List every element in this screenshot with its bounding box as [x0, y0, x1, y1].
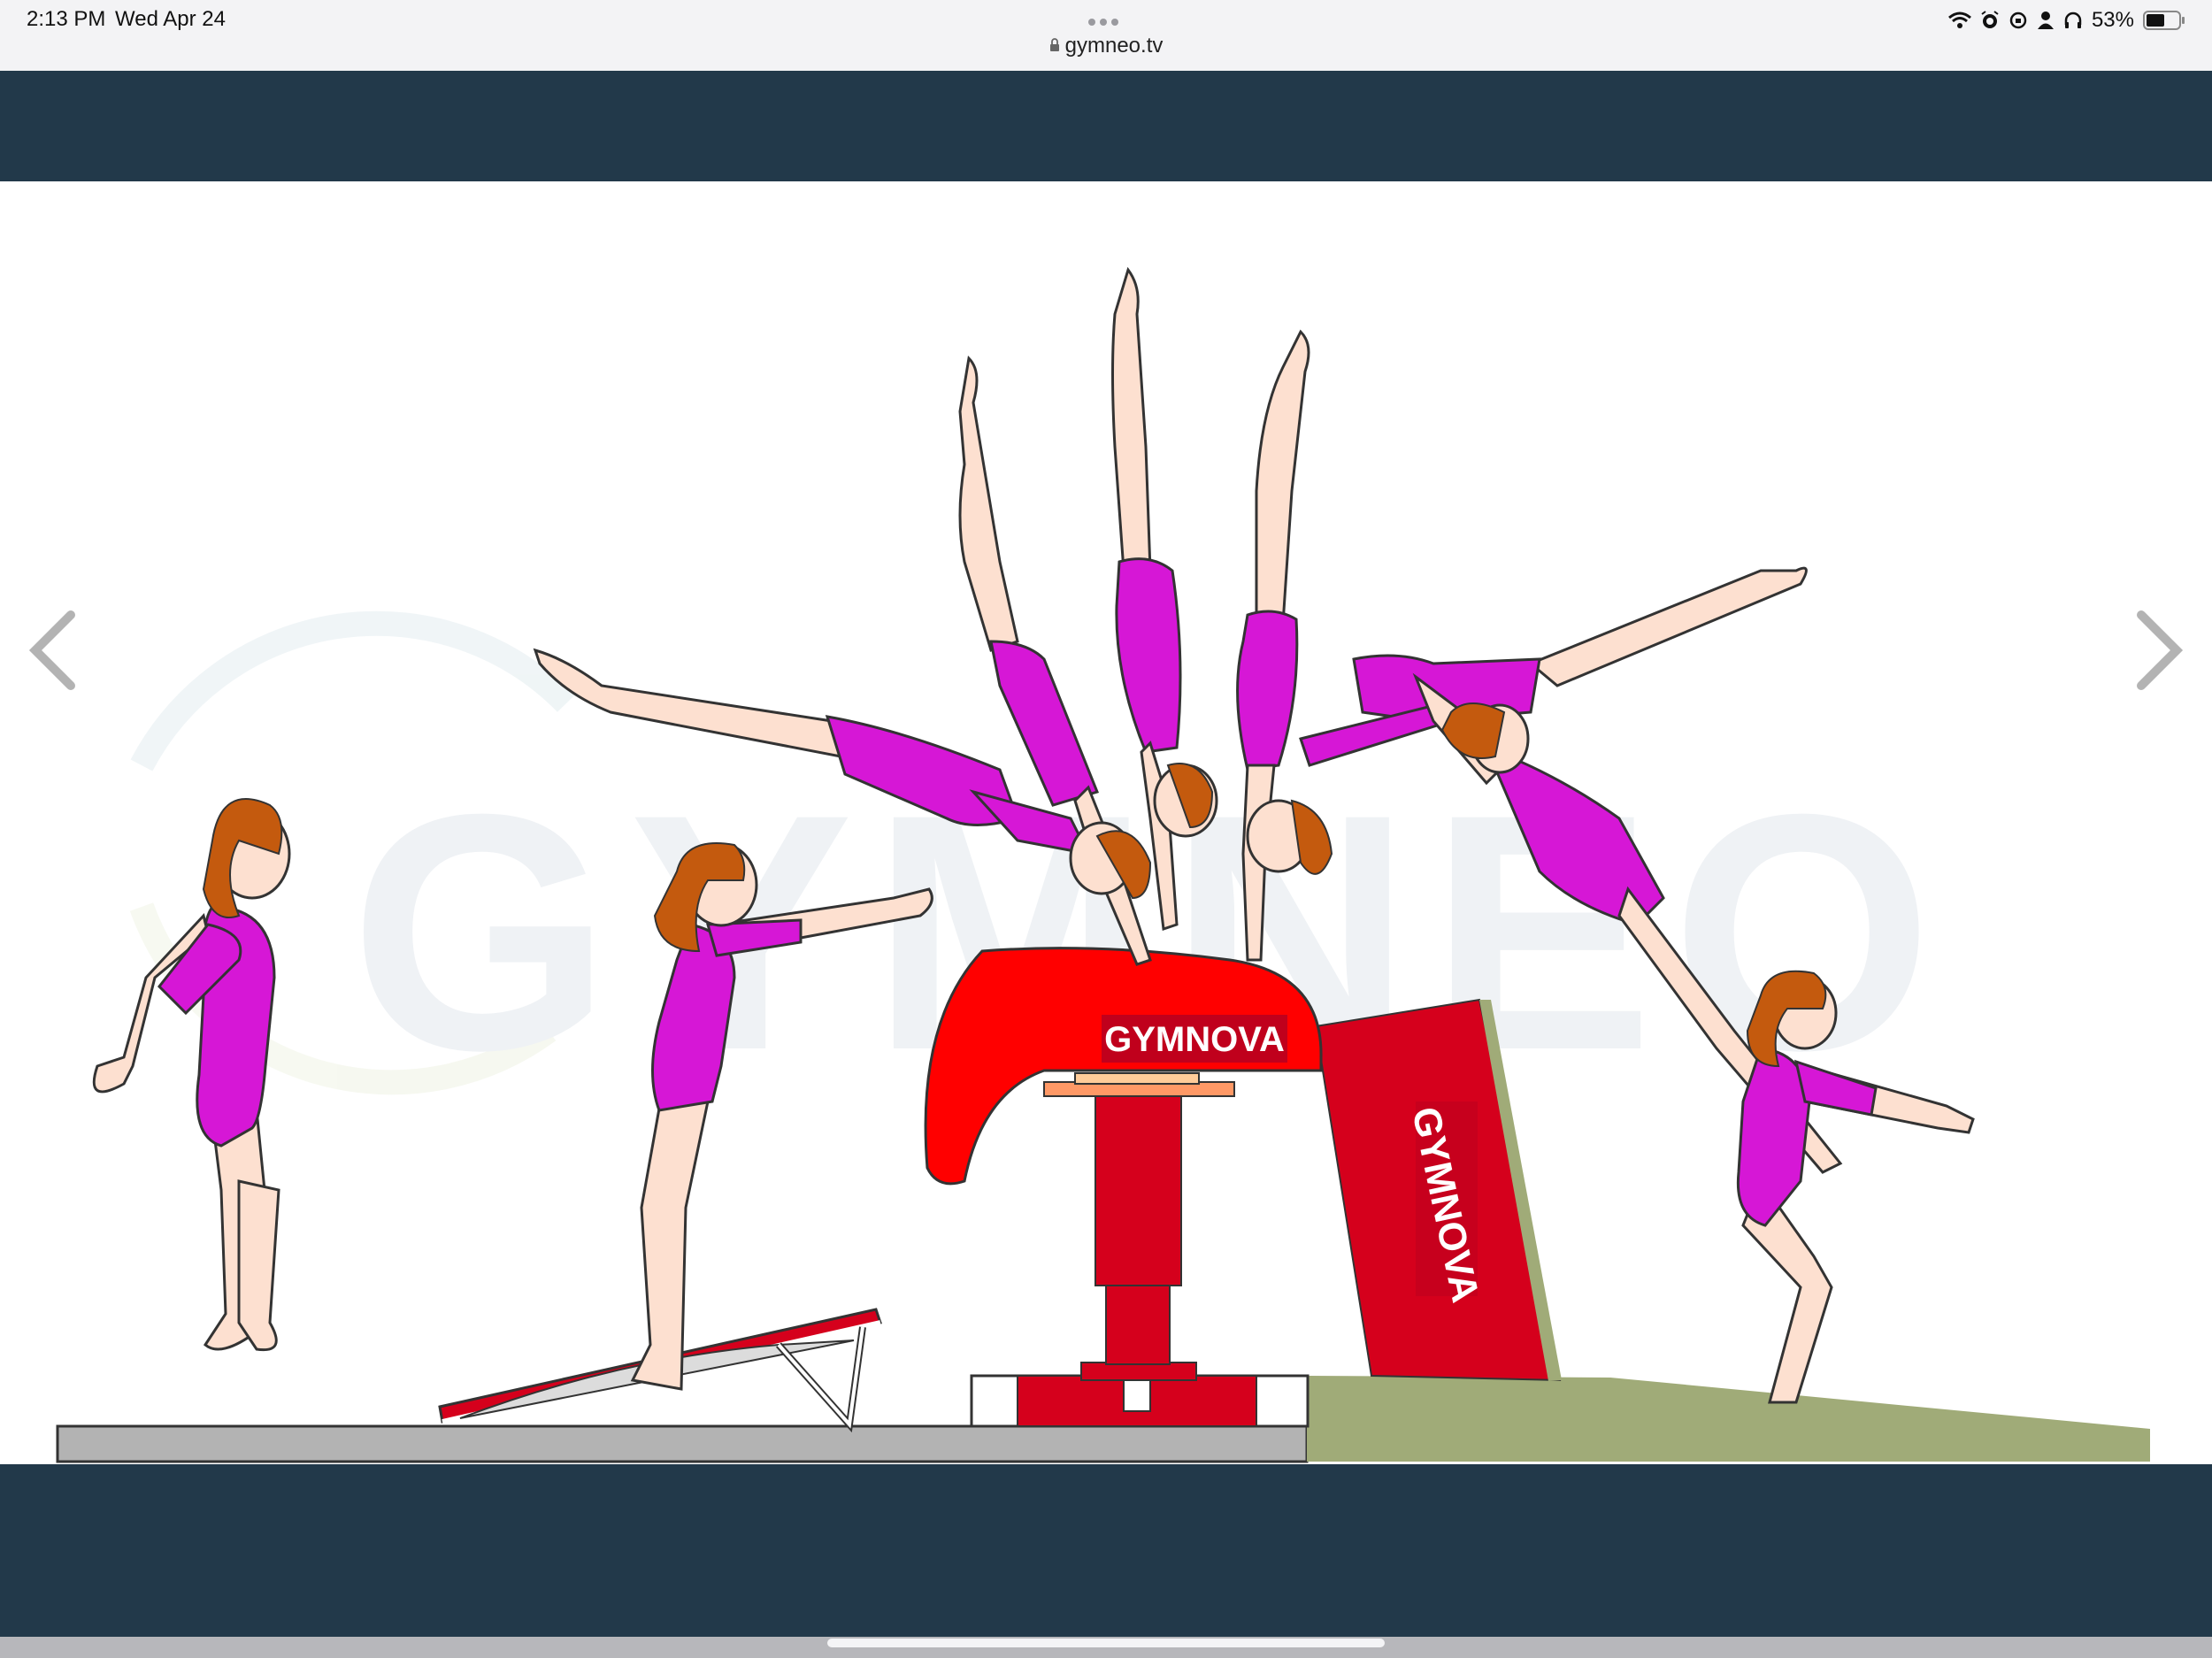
url-text: gymneo.tv — [1064, 34, 1164, 58]
home-indicator[interactable] — [827, 1639, 1385, 1647]
address-bar[interactable]: gymneo.tv — [0, 34, 2212, 58]
vault-sequence-illustration: GYMNEO GYMNOVA GYMNOVA — [0, 181, 2212, 1464]
person-icon — [2037, 12, 2054, 29]
runway-floor — [56, 1424, 1309, 1463]
status-time: 2:13 PM — [27, 7, 106, 31]
wifi-icon — [1947, 12, 1971, 28]
headphones-icon — [2064, 12, 2082, 28]
lock-icon — [1049, 34, 1060, 51]
status-date: Wed Apr 24 — [115, 7, 226, 31]
alarm-icon — [1981, 11, 1999, 28]
battery-percent: 53% — [2091, 8, 2134, 32]
landing-mat — [1307, 1376, 2150, 1462]
carousel-prev-button[interactable] — [18, 602, 88, 699]
status-bar: 2:13 PM Wed Apr 24 gymneo.tv 53% — [0, 0, 2212, 71]
status-icons: 53% — [1947, 7, 2185, 34]
gymnast-standing — [92, 798, 291, 1352]
site-footer-bar — [0, 1464, 2212, 1637]
vault-table: GYMNOVA — [924, 947, 1323, 1428]
chevron-left-icon — [28, 610, 75, 690]
more-dots-icon[interactable] — [1088, 14, 1124, 26]
vault-brand-text: GYMNOVA — [1104, 1020, 1285, 1059]
chevron-right-icon — [2137, 610, 2184, 690]
gymnast-postflight — [1299, 566, 1808, 767]
gymnast-handstand-3 — [1236, 329, 1333, 962]
rotation-lock-icon — [2009, 12, 2027, 29]
battery-icon — [2143, 11, 2185, 30]
site-header-bar — [0, 71, 2212, 181]
carousel-next-button[interactable] — [2124, 602, 2194, 699]
